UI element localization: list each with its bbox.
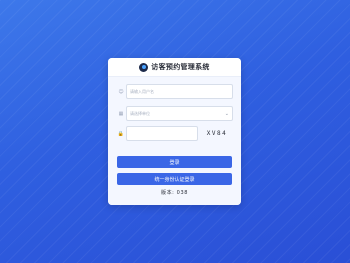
username-placeholder: 请输入用户名 [130, 88, 154, 94]
building-icon: ▦ [118, 110, 124, 117]
username-input[interactable]: 请输入用户名 [126, 84, 233, 99]
login-card: 访客预约管理系统 ☺ 请输入用户名 ▦ 请选择单位 ⌄ 🔒 XV84 记住用户名 [108, 58, 241, 205]
org-select[interactable]: 请选择单位 ⌄ [126, 106, 233, 121]
login-form: ☺ 请输入用户名 ▦ 请选择单位 ⌄ 🔒 XV84 记住用户名 登录 统一身份认… [108, 77, 241, 205]
chevron-down-icon: ⌄ [224, 110, 229, 117]
shield-logo-icon [139, 62, 149, 72]
app-title: 访客预约管理系统 [151, 63, 210, 71]
lock-icon: 🔒 [117, 130, 125, 137]
captcha-image[interactable]: XV84 [204, 126, 230, 141]
user-icon: ☺ [118, 88, 124, 95]
password-row: 🔒 XV84 [116, 126, 233, 141]
username-row: ☺ 请输入用户名 [116, 84, 233, 99]
unified-login-button[interactable]: 统一身份认证登录 [117, 173, 232, 185]
org-row: ▦ 请选择单位 ⌄ [116, 106, 233, 121]
card-header: 访客预约管理系统 [108, 58, 241, 77]
password-input[interactable] [126, 126, 198, 141]
version-label: 版本: 038 [160, 190, 189, 196]
org-placeholder: 请选择单位 [130, 110, 150, 116]
login-button[interactable]: 登录 [117, 156, 232, 168]
